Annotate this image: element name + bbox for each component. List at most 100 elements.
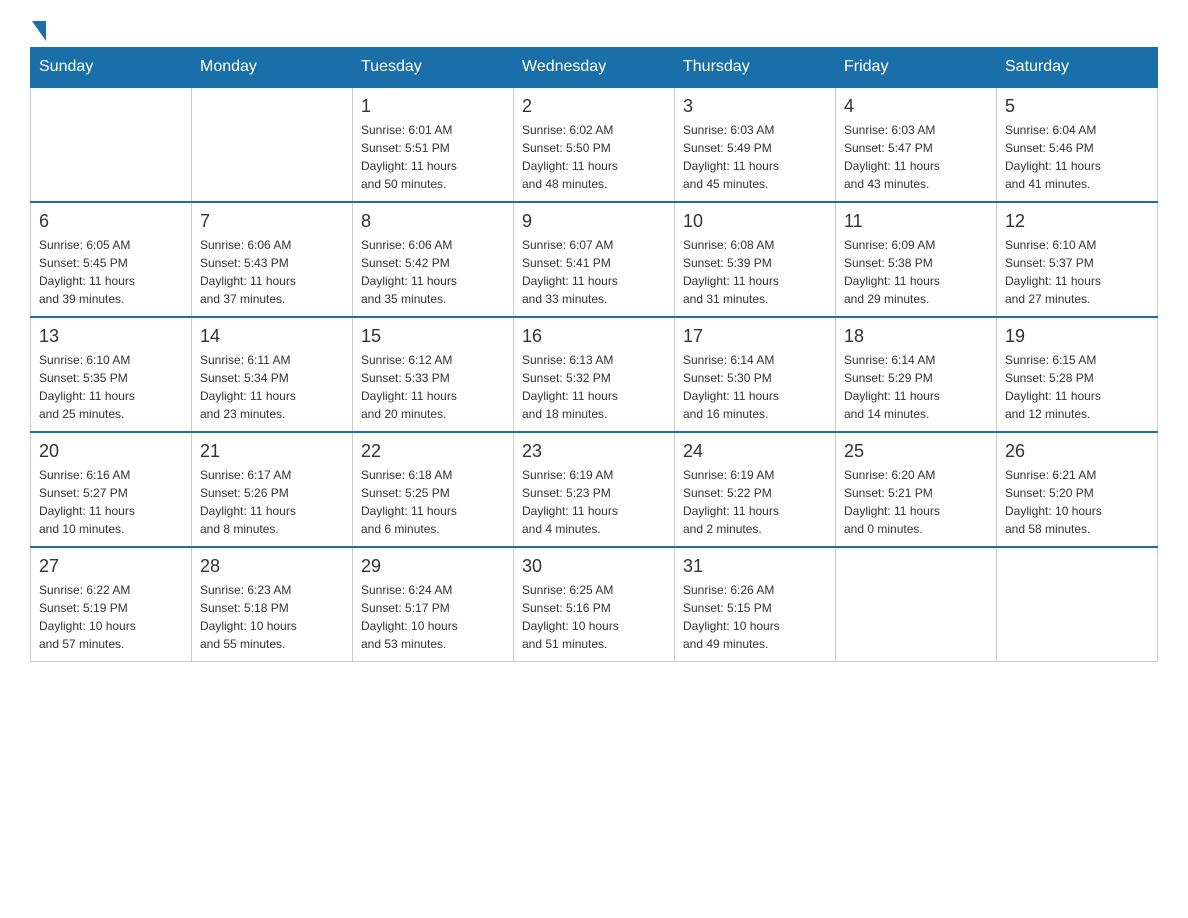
day-info: Sunrise: 6:16 AM Sunset: 5:27 PM Dayligh… [39, 466, 183, 538]
day-number: 1 [361, 96, 505, 117]
calendar-cell: 28Sunrise: 6:23 AM Sunset: 5:18 PM Dayli… [192, 547, 353, 662]
day-info: Sunrise: 6:19 AM Sunset: 5:22 PM Dayligh… [683, 466, 827, 538]
calendar-cell [997, 547, 1158, 662]
day-number: 26 [1005, 441, 1149, 462]
col-sunday: Sunday [31, 48, 192, 88]
col-saturday: Saturday [997, 48, 1158, 88]
day-info: Sunrise: 6:20 AM Sunset: 5:21 PM Dayligh… [844, 466, 988, 538]
calendar-week-row: 20Sunrise: 6:16 AM Sunset: 5:27 PM Dayli… [31, 432, 1158, 547]
calendar-cell: 31 Sunrise: 6:26 AM Sunset: 5:15 PM Dayli… [675, 547, 836, 662]
calendar-cell: 19 Sunrise: 6:15 AM Sunset: 5:28 PM Dayli… [997, 317, 1158, 432]
calendar-week-row: 1 Sunrise: 6:01 AM Sunset: 5:51 PM Daylig… [31, 87, 1158, 202]
day-info: Sunrise: 6:09 AM Sunset: 5:38 PM Dayligh… [844, 236, 988, 308]
day-number: 25 [844, 441, 988, 462]
calendar-cell: 4 Sunrise: 6:03 AM Sunset: 5:47 PM Daylig… [836, 87, 997, 202]
calendar-table: Sunday Monday Tuesday Wednesday Thursday… [30, 47, 1158, 662]
calendar-cell: 12Sunrise: 6:10 AM Sunset: 5:37 PM Dayli… [997, 202, 1158, 317]
calendar-cell: 30 Sunrise: 6:25 AM Sunset: 5:16 PM Dayli… [514, 547, 675, 662]
day-number: 7 [200, 211, 344, 232]
day-info: Sunrise: 6:03 AM Sunset: 5:49 PM Dayligh… [683, 121, 827, 193]
logo-arrow-icon [32, 21, 46, 41]
day-number: 19 [1005, 326, 1149, 347]
calendar-cell: 26 Sunrise: 6:21 AM Sunset: 5:20 PM Dayli… [997, 432, 1158, 547]
calendar-cell: 10 Sunrise: 6:08 AM Sunset: 5:39 PM Dayli… [675, 202, 836, 317]
day-number: 13 [39, 326, 183, 347]
day-info: Sunrise: 6:19 AM Sunset: 5:23 PM Dayligh… [522, 466, 666, 538]
day-info: Sunrise: 6:11 AM Sunset: 5:34 PM Dayligh… [200, 351, 344, 423]
day-info: Sunrise: 6:06 AM Sunset: 5:42 PM Dayligh… [361, 236, 505, 308]
day-info: Sunrise: 6:14 AM Sunset: 5:30 PM Dayligh… [683, 351, 827, 423]
day-number: 24 [683, 441, 827, 462]
day-number: 22 [361, 441, 505, 462]
calendar-cell: 15 Sunrise: 6:12 AM Sunset: 5:33 PM Dayli… [353, 317, 514, 432]
calendar-cell: 8 Sunrise: 6:06 AM Sunset: 5:42 PM Daylig… [353, 202, 514, 317]
day-number: 16 [522, 326, 666, 347]
day-info: Sunrise: 6:22 AM Sunset: 5:19 PM Dayligh… [39, 581, 183, 653]
calendar-cell: 1 Sunrise: 6:01 AM Sunset: 5:51 PM Daylig… [353, 87, 514, 202]
day-number: 10 [683, 211, 827, 232]
day-number: 6 [39, 211, 183, 232]
day-info: Sunrise: 6:10 AM Sunset: 5:35 PM Dayligh… [39, 351, 183, 423]
calendar-week-row: 13 Sunrise: 6:10 AM Sunset: 5:35 PM Dayli… [31, 317, 1158, 432]
day-info: Sunrise: 6:06 AM Sunset: 5:43 PM Dayligh… [200, 236, 344, 308]
day-info: Sunrise: 6:12 AM Sunset: 5:33 PM Dayligh… [361, 351, 505, 423]
day-info: Sunrise: 6:04 AM Sunset: 5:46 PM Dayligh… [1005, 121, 1149, 193]
calendar-header-row: Sunday Monday Tuesday Wednesday Thursday… [31, 48, 1158, 88]
calendar-cell: 13 Sunrise: 6:10 AM Sunset: 5:35 PM Dayli… [31, 317, 192, 432]
calendar-cell: 11 Sunrise: 6:09 AM Sunset: 5:38 PM Dayli… [836, 202, 997, 317]
day-number: 3 [683, 96, 827, 117]
day-info: Sunrise: 6:18 AM Sunset: 5:25 PM Dayligh… [361, 466, 505, 538]
day-info: Sunrise: 6:02 AM Sunset: 5:50 PM Dayligh… [522, 121, 666, 193]
day-number: 27 [39, 556, 183, 577]
calendar-cell: 3 Sunrise: 6:03 AM Sunset: 5:49 PM Daylig… [675, 87, 836, 202]
calendar-cell [836, 547, 997, 662]
calendar-cell: 7 Sunrise: 6:06 AM Sunset: 5:43 PM Daylig… [192, 202, 353, 317]
day-info: Sunrise: 6:25 AM Sunset: 5:16 PM Dayligh… [522, 581, 666, 653]
day-number: 31 [683, 556, 827, 577]
day-info: Sunrise: 6:08 AM Sunset: 5:39 PM Dayligh… [683, 236, 827, 308]
day-info: Sunrise: 6:26 AM Sunset: 5:15 PM Dayligh… [683, 581, 827, 653]
day-info: Sunrise: 6:14 AM Sunset: 5:29 PM Dayligh… [844, 351, 988, 423]
day-number: 11 [844, 211, 988, 232]
day-number: 18 [844, 326, 988, 347]
day-number: 14 [200, 326, 344, 347]
day-number: 5 [1005, 96, 1149, 117]
calendar-cell: 21 Sunrise: 6:17 AM Sunset: 5:26 PM Dayli… [192, 432, 353, 547]
day-number: 4 [844, 96, 988, 117]
day-number: 30 [522, 556, 666, 577]
col-monday: Monday [192, 48, 353, 88]
day-number: 21 [200, 441, 344, 462]
calendar-cell [192, 87, 353, 202]
day-info: Sunrise: 6:03 AM Sunset: 5:47 PM Dayligh… [844, 121, 988, 193]
day-info: Sunrise: 6:07 AM Sunset: 5:41 PM Dayligh… [522, 236, 666, 308]
day-number: 23 [522, 441, 666, 462]
calendar-cell: 5 Sunrise: 6:04 AM Sunset: 5:46 PM Daylig… [997, 87, 1158, 202]
day-info: Sunrise: 6:24 AM Sunset: 5:17 PM Dayligh… [361, 581, 505, 653]
day-info: Sunrise: 6:10 AM Sunset: 5:37 PM Dayligh… [1005, 236, 1149, 308]
calendar-cell: 22 Sunrise: 6:18 AM Sunset: 5:25 PM Dayli… [353, 432, 514, 547]
day-number: 29 [361, 556, 505, 577]
calendar-cell: 20Sunrise: 6:16 AM Sunset: 5:27 PM Dayli… [31, 432, 192, 547]
col-tuesday: Tuesday [353, 48, 514, 88]
col-thursday: Thursday [675, 48, 836, 88]
calendar-week-row: 27 Sunrise: 6:22 AM Sunset: 5:19 PM Dayli… [31, 547, 1158, 662]
calendar-cell: 25 Sunrise: 6:20 AM Sunset: 5:21 PM Dayli… [836, 432, 997, 547]
day-info: Sunrise: 6:05 AM Sunset: 5:45 PM Dayligh… [39, 236, 183, 308]
calendar-cell: 27 Sunrise: 6:22 AM Sunset: 5:19 PM Dayli… [31, 547, 192, 662]
calendar-cell: 2 Sunrise: 6:02 AM Sunset: 5:50 PM Daylig… [514, 87, 675, 202]
day-info: Sunrise: 6:01 AM Sunset: 5:51 PM Dayligh… [361, 121, 505, 193]
calendar-cell: 29 Sunrise: 6:24 AM Sunset: 5:17 PM Dayli… [353, 547, 514, 662]
day-info: Sunrise: 6:21 AM Sunset: 5:20 PM Dayligh… [1005, 466, 1149, 538]
header [30, 20, 1158, 37]
calendar-cell: 23 Sunrise: 6:19 AM Sunset: 5:23 PM Dayli… [514, 432, 675, 547]
calendar-cell: 24 Sunrise: 6:19 AM Sunset: 5:22 PM Dayli… [675, 432, 836, 547]
calendar-week-row: 6 Sunrise: 6:05 AM Sunset: 5:45 PM Daylig… [31, 202, 1158, 317]
day-number: 2 [522, 96, 666, 117]
day-number: 8 [361, 211, 505, 232]
day-info: Sunrise: 6:17 AM Sunset: 5:26 PM Dayligh… [200, 466, 344, 538]
day-number: 15 [361, 326, 505, 347]
day-info: Sunrise: 6:15 AM Sunset: 5:28 PM Dayligh… [1005, 351, 1149, 423]
calendar-cell [31, 87, 192, 202]
calendar-cell: 18 Sunrise: 6:14 AM Sunset: 5:29 PM Dayli… [836, 317, 997, 432]
day-info: Sunrise: 6:23 AM Sunset: 5:18 PM Dayligh… [200, 581, 344, 653]
